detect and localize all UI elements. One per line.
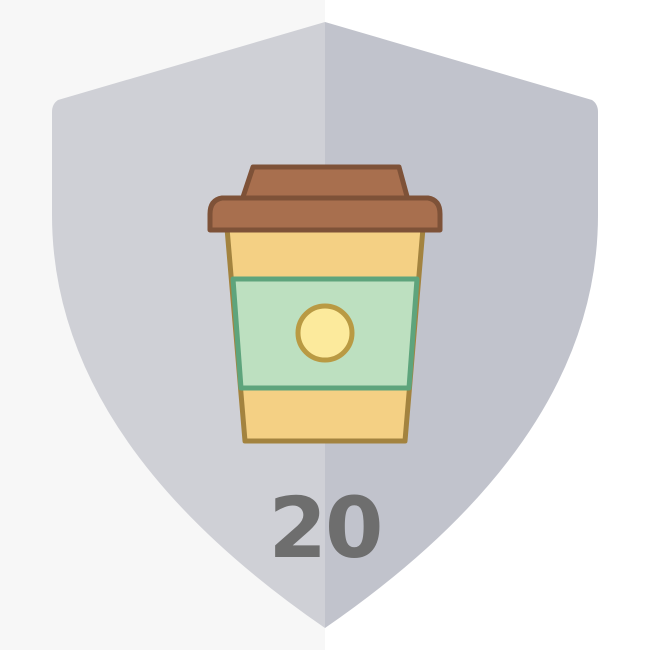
cup-lid-rim <box>207 195 443 233</box>
achievement-badge: 20 <box>0 0 650 650</box>
cup-lid-top <box>239 164 411 203</box>
cup-logo-circle <box>295 303 355 363</box>
badge-count: 20 <box>268 479 384 577</box>
coffee-cup-icon <box>207 164 443 444</box>
